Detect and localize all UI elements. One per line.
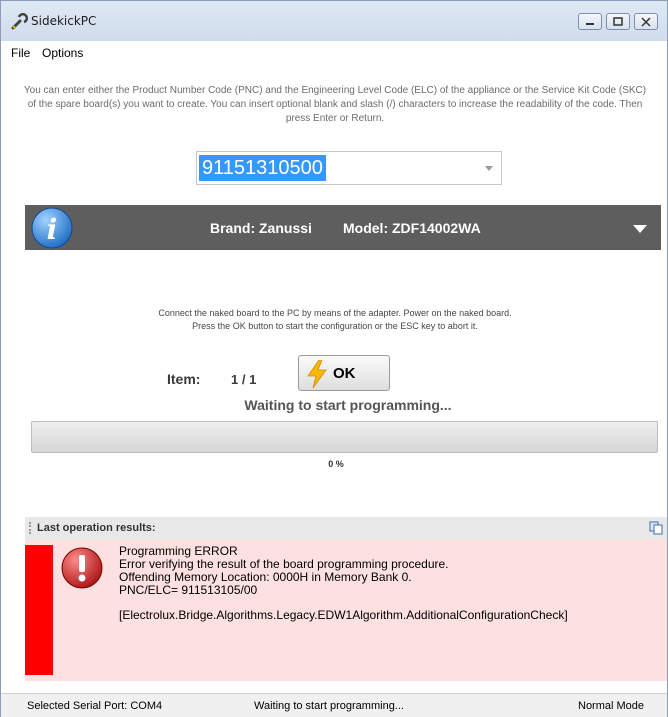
maximize-icon <box>613 17 623 26</box>
maximize-button[interactable] <box>606 13 630 30</box>
error-icon <box>61 547 103 589</box>
copy-icon[interactable] <box>649 521 663 535</box>
programming-status: Waiting to start programming... <box>244 397 452 413</box>
chevron-down-icon[interactable] <box>485 166 493 171</box>
close-icon <box>641 17 651 27</box>
menu-options[interactable]: Options <box>42 46 83 60</box>
instructions-text: You can enter either the Product Number … <box>23 85 647 124</box>
menu-bar: File Options <box>1 41 667 65</box>
connect-line-2: Press the OK button to start the configu… <box>192 321 478 331</box>
progress-bar <box>31 421 658 453</box>
status-mode: Normal Mode <box>578 700 645 712</box>
status-serial-port: Selected Serial Port: COM4 <box>27 700 163 712</box>
results-header: Last operation results: <box>25 517 667 540</box>
wrench-icon <box>10 12 29 31</box>
svg-text:i: i <box>47 213 58 246</box>
lightning-icon <box>307 360 327 388</box>
grip-handle[interactable] <box>29 522 31 534</box>
status-bar: Selected Serial Port: COM4 Waiting to st… <box>1 693 667 717</box>
model-label: Model: ZDF14002WA <box>343 220 481 236</box>
code-combobox[interactable]: 91151310500 <box>196 151 502 185</box>
title-bar[interactable]: SidekickPC <box>1 1 667 41</box>
progress-percent: 0 % <box>328 459 344 469</box>
minimize-button[interactable] <box>578 13 602 30</box>
connect-instructions: Connect the naked board to the PC by mea… <box>61 307 609 333</box>
error-line-5: [Electrolux.Bridge.Algorithms.Legacy.EDW… <box>119 608 568 622</box>
close-button[interactable] <box>634 13 658 30</box>
status-message: Waiting to start programming... <box>254 700 404 712</box>
brand-model-bar: i Brand: Zanussi Model: ZDF14002WA <box>25 205 661 250</box>
results-panel: Programming ERROR Error verifying the re… <box>25 540 667 681</box>
minimize-icon <box>586 23 594 25</box>
error-indicator-strip <box>25 545 53 675</box>
triangle-down-icon[interactable] <box>633 225 647 233</box>
code-input-value[interactable]: 91151310500 <box>199 155 326 181</box>
item-count: 1 / 1 <box>231 372 257 387</box>
connect-line-1: Connect the naked board to the PC by mea… <box>158 308 512 318</box>
error-message: Programming ERROR Error verifying the re… <box>119 545 568 622</box>
item-label: Item: <box>167 371 201 387</box>
ok-button[interactable]: OK <box>298 355 390 391</box>
brand-label: Brand: Zanussi <box>210 220 312 236</box>
window-title: SidekickPC <box>31 14 97 28</box>
results-title: Last operation results: <box>37 522 156 534</box>
ok-button-label: OK <box>333 365 356 382</box>
menu-file[interactable]: File <box>11 46 30 60</box>
app-window: SidekickPC File Options You can enter ei… <box>0 0 668 717</box>
info-icon: i <box>31 207 73 249</box>
error-line-4: PNC/ELC= 911513105/00 <box>119 583 258 597</box>
